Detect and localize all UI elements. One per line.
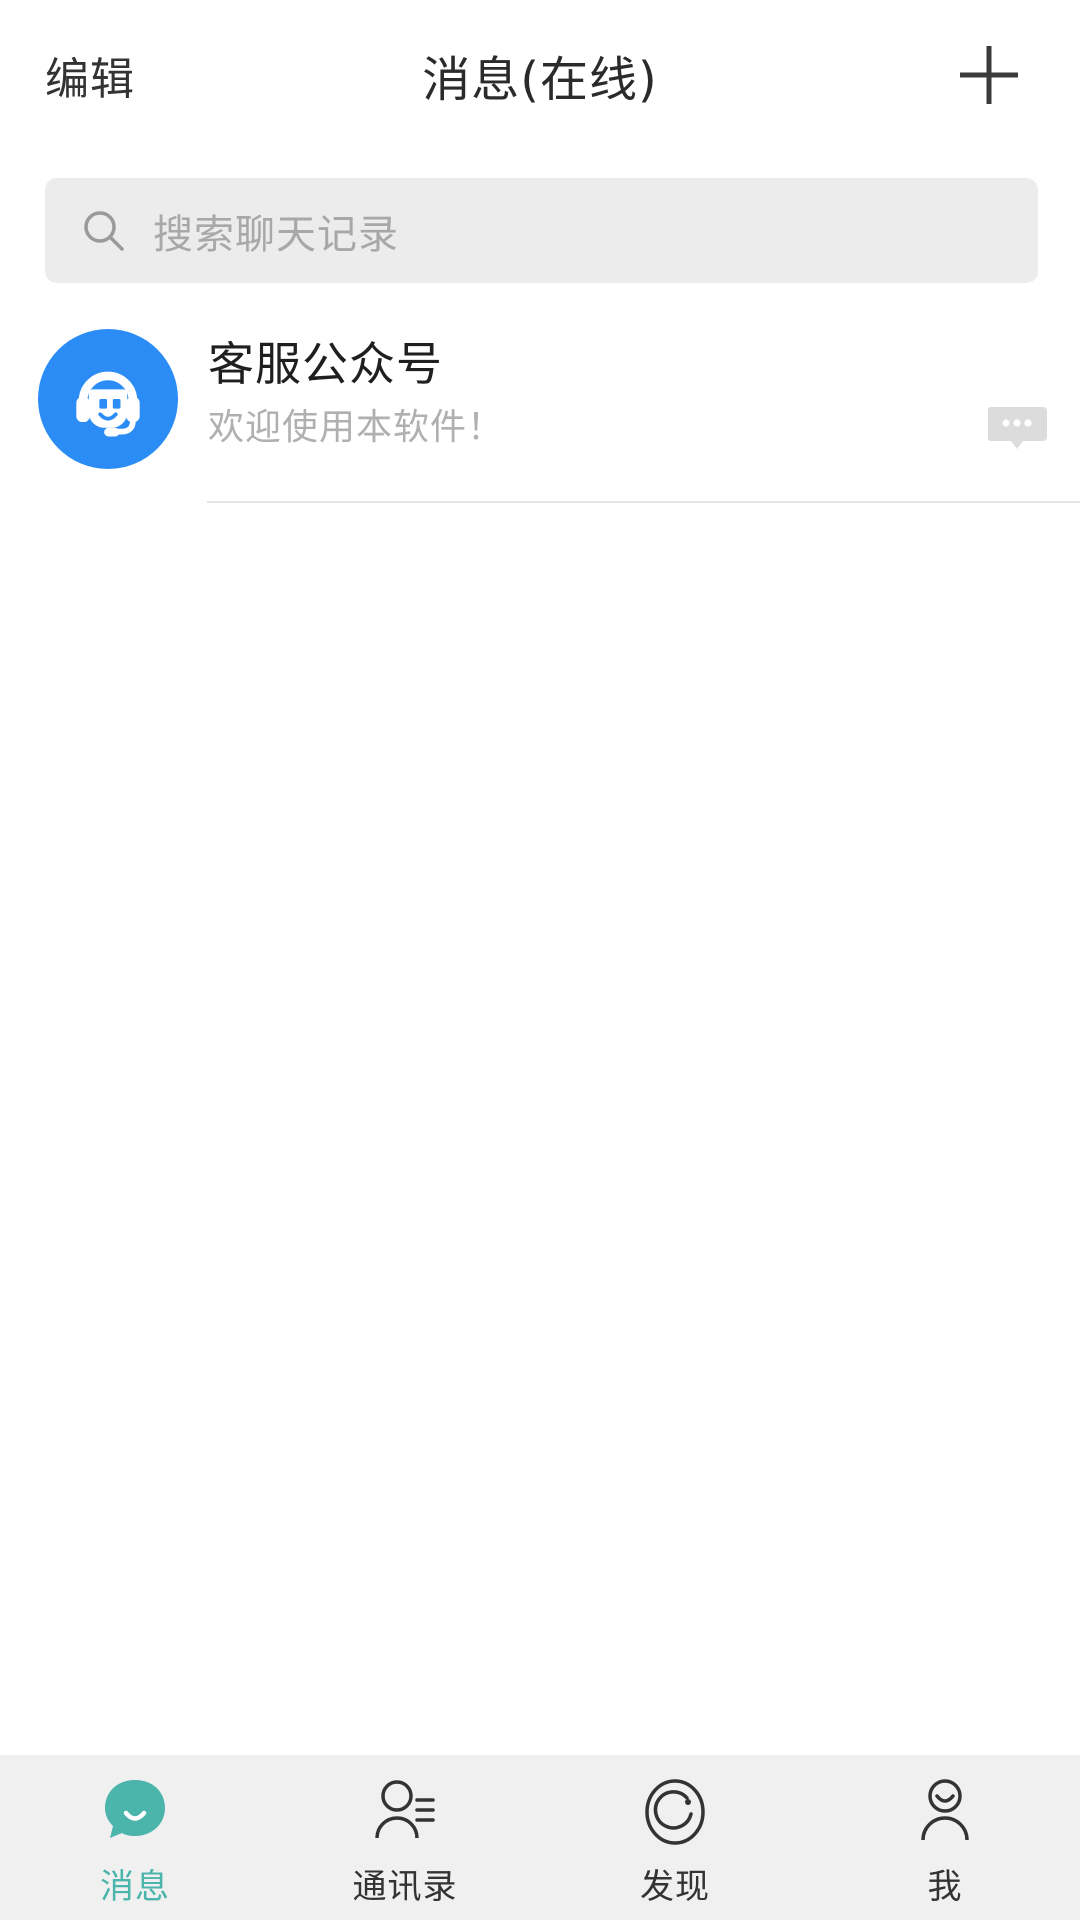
list-item-content: 客服公众号 欢迎使用本软件！ [208, 329, 1080, 449]
app-header: 编辑 消息(在线) [0, 0, 1080, 150]
list-item-snippet: 欢迎使用本软件！ [208, 407, 505, 449]
list-item-title: 客服公众号 [208, 337, 443, 391]
discover-circle-icon [637, 1771, 713, 1853]
tab-label: 发现 [640, 1867, 710, 1907]
message-bubble-dots-icon[interactable] [988, 403, 1048, 453]
search-input[interactable]: 搜索聊天记录 [45, 178, 1038, 283]
contacts-icon [367, 1771, 443, 1853]
tab-me[interactable]: 我 [810, 1755, 1080, 1920]
search-placeholder: 搜索聊天记录 [153, 211, 399, 258]
profile-person-icon [907, 1771, 983, 1853]
tab-discover[interactable]: 发现 [540, 1755, 810, 1920]
app-screen: 编辑 消息(在线) 搜索聊天记录 客服公众号 欢迎使用本软件！ 消息 通讯录 发… [0, 0, 1080, 1920]
list-divider [207, 501, 1080, 503]
bottom-tab-bar: 消息 通讯录 发现 我 [0, 1755, 1080, 1920]
customer-service-headset-icon [60, 351, 156, 447]
chat-bubble-icon [97, 1771, 173, 1853]
chat-list: 客服公众号 欢迎使用本软件！ [0, 283, 1080, 1755]
tab-label: 我 [927, 1867, 963, 1907]
tab-messages[interactable]: 消息 [0, 1755, 270, 1920]
tab-contacts[interactable]: 通讯录 [270, 1755, 540, 1920]
list-item[interactable]: 客服公众号 欢迎使用本软件！ [0, 329, 1080, 501]
tab-label: 消息 [100, 1867, 170, 1907]
avatar[interactable] [38, 329, 178, 469]
tab-label: 通讯录 [352, 1867, 458, 1907]
plus-icon [954, 40, 1024, 110]
add-button[interactable] [934, 0, 1044, 150]
search-icon [81, 208, 127, 254]
page-title: 消息(在线) [422, 52, 658, 108]
search-section: 搜索聊天记录 [0, 150, 1080, 283]
